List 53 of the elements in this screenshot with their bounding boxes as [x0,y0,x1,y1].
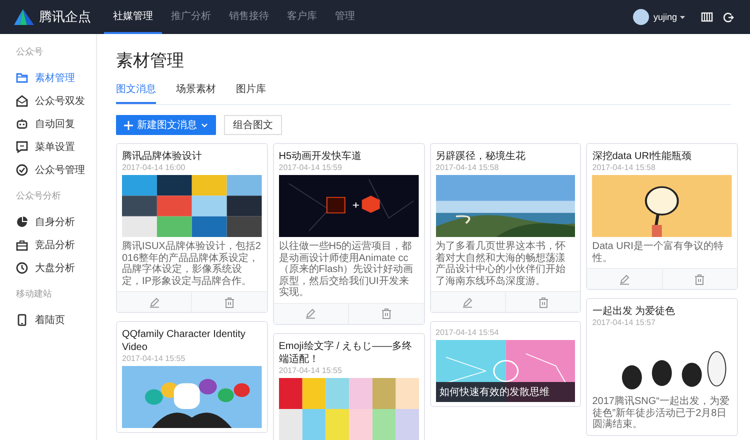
tab[interactable]: 图文消息 [116,82,156,104]
tab[interactable]: 场景素材 [176,82,216,104]
combine-button[interactable]: 组合图文 [224,115,282,135]
card-date: 2017-04-14 15:58 [436,163,500,172]
image-caption: 如何快速有效的发散思维 [436,382,576,402]
article-card[interactable]: QQfamily Character Identity Video 2017-04-14 15:55 [116,321,268,433]
card-title: QQfamily Character Identity Video [122,328,246,354]
card-description: Data URI是一个富有争议的特性。 [592,241,724,264]
tab[interactable]: 图片库 [236,82,266,104]
card-title: Emoji绘文字 / えもじ——多终端适配！ [278,340,414,366]
card-date: 2017-04-14 15:57 [592,318,656,327]
card-title: 腾讯品牌体验设计 [122,150,203,163]
nav-tab[interactable]: 客户库 [278,0,326,34]
card-date: 2017-04-14 15:59 [278,163,343,172]
card-title: 另辟蹊径，秘境生花 [436,150,526,163]
article-card[interactable]: H5动画开发快车道 2017-04-14 15:59 以往做一些H5的运营项目，都是动画设计师使用Animate cc（原来的Flash）先设计好动画原型，然后交给我们UI开发来实现。 [272,143,424,324]
sidebar-item[interactable]: 公众号管理 [16,158,96,181]
sidebar-section-title: 公众号 [16,46,44,58]
sidebar-item[interactable]: 素材管理 [16,66,96,89]
sidebar-item[interactable]: 公众号双发 [16,89,96,112]
sidebar-item[interactable]: 菜单设置 [16,135,96,158]
article-card[interactable]: 2017-04-14 15:54 如何快速有效的发散思维 [430,321,582,407]
sidebar-item[interactable]: 自动回复 [16,112,96,135]
logo-text: 腾讯企点 [39,8,91,26]
nav-tab[interactable]: 推广分析 [162,0,220,34]
new-message-button[interactable]: 新建图文消息 [116,115,216,135]
card-description: 2017腾讯SNG“一起出发，为爱徒色”新年徒步活动已于2月8日圆满结束。 [592,396,730,430]
card-date: 2017-04-14 15:54 [436,328,500,337]
sidebar-item[interactable]: 着陆页 [16,308,96,331]
card-date: 2017-04-14 15:55 [278,366,343,374]
article-card[interactable]: 深挖data URI性能瓶颈 2017-04-14 15:58 Data URI是一个富有争议的特性。 [586,143,738,290]
card-date: 2017-04-14 16:00 [122,163,186,172]
card-date: 2017-04-14 15:58 [592,163,656,172]
sidebar-item[interactable]: 自身分析 [16,210,96,233]
nav-tab[interactable]: 销售接待 [220,0,278,34]
user-menu[interactable]: yujing [653,12,691,22]
nav-tab[interactable]: 管理 [326,0,364,34]
card-description: 为了多看几页世界这本书，怀着对大自然和大海的畅想荡漾产品设计中心的小伙伴们开始了海南东线环岛深度游。 [436,241,566,287]
card-title: 深挖data URI性能瓶颈 [592,150,693,163]
card-description: 以往做一些H5的运营项目，都是动画设计师使用Animate cc（原来的Flash）先设计好动画原型，然后交给我们UI开发来实现。 [278,241,414,298]
sidebar-section-title: 移动建站 [16,288,53,300]
sidebar-item[interactable]: 竞品分析 [16,233,96,256]
article-card[interactable]: 腾讯品牌体验设计 2017-04-14 16:00 腾讯ISUX品牌体验设计，包括2016整年的产品品牌体系设定，品牌字体设定，影像系统设定，IP形象设定与品牌合作。 [116,143,268,313]
article-card[interactable]: 一起出发 为爱徒色 2017-04-14 15:57 2017腾讯SNG“一起出发，为爱徒色”新年徒步活动已于2月8日圆满结束。 [586,298,738,436]
card-title: H5动画开发快车道 [278,150,363,163]
page-title: 素材管理 [116,50,185,72]
card-description: 腾讯ISUX品牌体验设计，包括2016整年的产品品牌体系设定，品牌字体设定，影像系统设定，IP形象设定与品牌合作。 [122,241,262,287]
article-card[interactable]: 另辟蹊径，秘境生花 2017-04-14 15:58 为了多看几页世界这本书，怀着对大自然和大海的畅想荡漾产品设计中心的小伙伴们开始了海南东线环岛深度游。 [430,143,582,313]
article-card[interactable]: Emoji绘文字 / えもじ——多终端适配！ 2017-04-14 15:55 [272,332,424,440]
sidebar-section-title: 公众号分析 [16,190,62,202]
card-title: 一起出发 为爱徒色 [592,305,676,318]
sidebar-item[interactable]: 大盘分析 [16,256,96,279]
card-date: 2017-04-14 15:55 [122,354,186,363]
